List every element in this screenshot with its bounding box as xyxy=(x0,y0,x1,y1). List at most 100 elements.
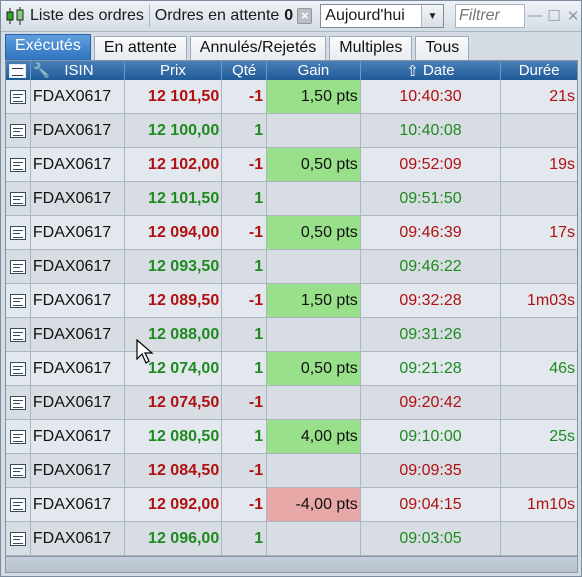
table-row[interactable]: FDAX0617 12 074,50 -1 09:20:42 xyxy=(6,386,577,420)
row-doc-cell[interactable] xyxy=(6,352,31,385)
orders-grid: 🔧 ISIN Prix Qté Gain ⇧ Date Durée FDAX06… xyxy=(5,60,578,557)
cell-gain: 1,50 pts xyxy=(267,284,361,317)
row-doc-cell[interactable] xyxy=(6,420,31,453)
table-row[interactable]: FDAX0617 12 102,00 -1 0,50 pts 09:52:09 19s xyxy=(6,148,577,182)
document-icon[interactable] xyxy=(9,395,26,410)
period-select-value: Aujourd'hui xyxy=(325,7,405,24)
document-icon[interactable] xyxy=(9,429,26,444)
tab-1[interactable]: En attente xyxy=(93,36,187,60)
cell-duree xyxy=(501,386,577,419)
row-doc-cell[interactable] xyxy=(6,216,31,249)
row-doc-cell[interactable] xyxy=(6,250,31,283)
cell-isin: FDAX0617 xyxy=(31,148,125,181)
cell-isin: FDAX0617 xyxy=(31,522,125,555)
cell-isin: FDAX0617 xyxy=(31,420,125,453)
cell-gain xyxy=(267,318,361,351)
cell-duree xyxy=(501,454,577,487)
document-icon[interactable] xyxy=(9,361,26,376)
document-icon[interactable] xyxy=(9,293,26,308)
header-date-label: Date xyxy=(422,62,455,79)
tab-0[interactable]: Exécutés xyxy=(5,34,91,60)
header-qte[interactable]: Qté xyxy=(222,61,268,80)
document-icon[interactable] xyxy=(9,123,26,138)
cell-prix: 12 096,00 xyxy=(125,522,223,555)
document-icon[interactable] xyxy=(9,259,26,274)
cell-prix: 12 101,50 xyxy=(125,80,223,113)
header-isin[interactable]: 🔧 ISIN xyxy=(31,61,125,80)
cell-date: 09:46:39 xyxy=(361,216,502,249)
cell-prix: 12 080,50 xyxy=(125,420,223,453)
cell-duree: 19s xyxy=(549,155,575,173)
cell-date: 09:52:09 xyxy=(361,148,502,181)
cell-gain xyxy=(267,386,361,419)
header-date[interactable]: ⇧ Date xyxy=(361,61,502,80)
document-icon[interactable] xyxy=(9,191,26,206)
cell-duree: 1m10s xyxy=(526,495,575,513)
wrench-icon[interactable]: 🔧 xyxy=(33,62,50,79)
tab-2[interactable]: Annulés/Rejetés xyxy=(189,36,327,60)
cell-date: 09:10:00 xyxy=(361,420,502,453)
document-icon[interactable] xyxy=(9,463,26,478)
row-doc-cell[interactable] xyxy=(6,386,31,419)
table-row[interactable]: FDAX0617 12 092,00 -1 -4,00 pts 09:04:15 1m10… xyxy=(6,488,577,522)
cell-duree xyxy=(501,522,577,555)
table-row[interactable]: FDAX0617 12 088,00 1 09:31:26 xyxy=(6,318,577,352)
candlestick-icon xyxy=(5,5,27,27)
header-isin-label: ISIN xyxy=(64,62,94,79)
cell-duree: 1m03s xyxy=(526,291,575,309)
table-row[interactable]: FDAX0617 12 100,00 1 10:40:08 xyxy=(6,114,577,148)
table-row[interactable]: FDAX0617 12 096,00 1 09:03:05 xyxy=(6,522,577,556)
grid-header: 🔧 ISIN Prix Qté Gain ⇧ Date Durée xyxy=(6,61,577,80)
row-doc-cell[interactable] xyxy=(6,522,31,555)
row-doc-cell[interactable] xyxy=(6,114,31,147)
tab-4[interactable]: Tous xyxy=(415,36,470,60)
cell-gain xyxy=(267,522,361,555)
title-separator xyxy=(148,5,150,27)
document-icon[interactable] xyxy=(9,89,26,104)
filter-input[interactable] xyxy=(455,4,525,28)
cell-qte: 1 xyxy=(222,352,268,385)
close-icon[interactable]: ✕ xyxy=(565,7,581,25)
cell-qte: -1 xyxy=(222,488,268,521)
row-doc-cell[interactable] xyxy=(6,182,31,215)
cell-qte: 1 xyxy=(222,420,268,453)
row-doc-cell[interactable] xyxy=(6,284,31,317)
cell-isin: FDAX0617 xyxy=(31,284,125,317)
document-icon[interactable] xyxy=(9,157,26,172)
cell-prix: 12 102,00 xyxy=(125,148,223,181)
cell-date: 10:40:30 xyxy=(361,80,502,113)
cell-qte: -1 xyxy=(222,454,268,487)
row-doc-cell[interactable] xyxy=(6,148,31,181)
clear-icon[interactable]: × xyxy=(297,8,313,24)
row-doc-cell[interactable] xyxy=(6,80,31,113)
tab-3[interactable]: Multiples xyxy=(329,36,413,60)
table-row[interactable]: FDAX0617 12 074,00 1 0,50 pts 09:21:28 46s xyxy=(6,352,577,386)
row-doc-cell[interactable] xyxy=(6,488,31,521)
table-row[interactable]: FDAX0617 12 094,00 -1 0,50 pts 09:46:39 17s xyxy=(6,216,577,250)
cell-prix: 12 094,00 xyxy=(125,216,223,249)
cell-duree: 25s xyxy=(549,427,575,445)
document-icon[interactable] xyxy=(9,531,26,546)
document-icon[interactable] xyxy=(9,225,26,240)
minimize-icon[interactable]: — xyxy=(527,7,543,25)
cell-gain xyxy=(267,182,361,215)
table-row[interactable]: FDAX0617 12 089,50 -1 1,50 pts 09:32:28 1m03s xyxy=(6,284,577,318)
table-row[interactable]: FDAX0617 12 101,50 1 09:51:50 xyxy=(6,182,577,216)
table-row[interactable]: FDAX0617 12 084,50 -1 09:09:35 xyxy=(6,454,577,488)
orders-window: Liste des ordres Ordres en attente 0 × A… xyxy=(0,0,582,577)
period-select[interactable]: Aujourd'hui ▼ xyxy=(320,4,444,28)
table-row[interactable]: FDAX0617 12 093,50 1 09:46:22 xyxy=(6,250,577,284)
document-icon[interactable] xyxy=(9,327,26,342)
table-row[interactable]: FDAX0617 12 101,50 -1 1,50 pts 10:40:30 21s xyxy=(6,80,577,114)
header-gain[interactable]: Gain xyxy=(267,61,361,80)
table-row[interactable]: FDAX0617 12 080,50 1 4,00 pts 09:10:00 25s xyxy=(6,420,577,454)
header-duree[interactable]: Durée xyxy=(501,61,577,80)
document-icon[interactable] xyxy=(9,497,26,512)
header-prix[interactable]: Prix xyxy=(125,61,223,80)
cell-gain: 0,50 pts xyxy=(267,216,361,249)
cell-duree: 17s xyxy=(549,223,575,241)
row-doc-cell[interactable] xyxy=(6,454,31,487)
maximize-icon[interactable]: ☐ xyxy=(546,7,562,25)
row-doc-cell[interactable] xyxy=(6,318,31,351)
chevron-down-icon[interactable]: ▼ xyxy=(421,5,443,27)
